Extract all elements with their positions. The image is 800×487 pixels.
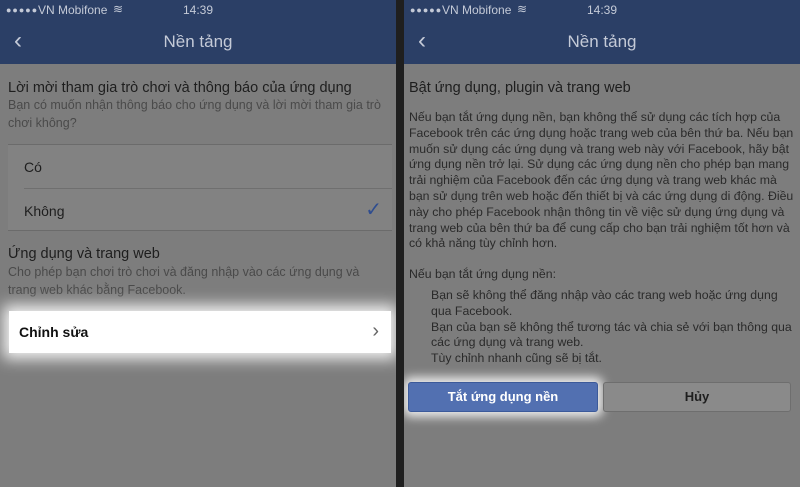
cancel-button[interactable]: Hủy <box>603 382 791 412</box>
left-screen: ●●●●● VN Mobifone ≋ 14:39 ‹ Nền tảng Lời… <box>0 0 396 487</box>
nav-bar: ‹ Nền tảng <box>0 20 396 64</box>
option-label: Có <box>24 159 42 175</box>
clock: 14:39 <box>586 3 618 17</box>
dialog-description: Nếu bạn tắt ứng dụng nền, bạn không thể … <box>409 110 794 251</box>
chevron-right-icon: › <box>372 320 379 342</box>
notification-options: Có Không ✓ <box>8 144 392 231</box>
edit-button[interactable]: Chỉnh sửa › <box>9 311 391 353</box>
list-item: Tùy chỉnh nhanh cũng sẽ bị tắt. <box>431 351 602 366</box>
dialog-title: Bật ứng dụng, plugin và trang web <box>409 80 631 96</box>
apps-section-desc: Cho phép bạn chơi trò chơi và đăng nhập … <box>8 265 360 297</box>
turn-off-platform-button[interactable]: Tắt ứng dụng nền <box>408 382 598 412</box>
option-label: Không <box>24 203 65 219</box>
apps-section-title: Ứng dụng và trang web <box>8 246 160 262</box>
checkmark-icon: ✓ <box>365 199 382 221</box>
option-no[interactable]: Không ✓ <box>8 189 392 232</box>
notifications-section-desc: Bạn có muốn nhận thông báo cho ứng dụng … <box>8 98 381 130</box>
status-bar: ●●●●● VN Mobifone ≋ 14:39 <box>404 0 800 20</box>
clock: 14:39 <box>182 3 214 17</box>
edit-button-label: Chỉnh sửa <box>19 324 89 340</box>
consequence-list: Bạn sẽ không thể đăng nhập vào các trang… <box>431 288 797 367</box>
page-title: Nền tảng <box>163 32 233 51</box>
page-title: Nền tảng <box>567 32 637 51</box>
dialog-subheading: Nếu bạn tắt ứng dụng nền: <box>409 267 557 281</box>
nav-bar: ‹ Nền tảng <box>404 20 800 64</box>
status-bar: ●●●●● VN Mobifone ≋ 14:39 <box>0 0 396 20</box>
list-item: Bạn của bạn sẽ không thể tương tác và ch… <box>431 319 792 350</box>
option-yes[interactable]: Có <box>8 145 392 188</box>
list-item: Bạn sẽ không thể đăng nhập vào các trang… <box>431 288 778 318</box>
notifications-section-title: Lời mời tham gia trò chơi và thông báo c… <box>8 80 352 96</box>
right-screen: ●●●●● VN Mobifone ≋ 14:39 ‹ Nền tảng Bật… <box>404 0 800 487</box>
